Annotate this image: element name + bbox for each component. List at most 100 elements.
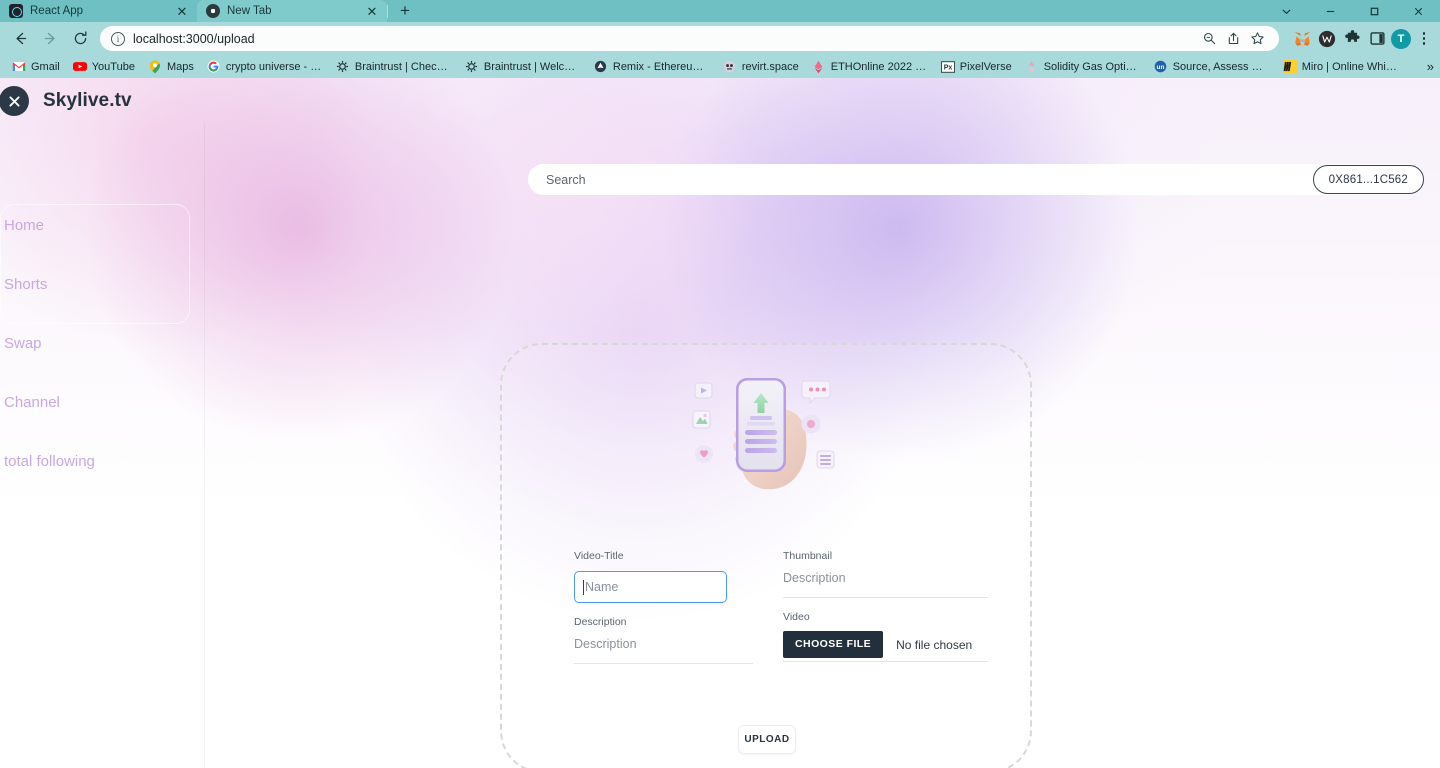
tab-title: New Tab: [227, 5, 272, 17]
sidebar-item-channel[interactable]: Channel: [4, 394, 60, 411]
bookmark-label: Braintrust | Check you...: [354, 60, 452, 73]
react-icon: [9, 4, 23, 18]
sidebar-item-label: Shorts: [4, 276, 48, 293]
thumbnail-input[interactable]: Description: [783, 571, 988, 598]
sidebar-item-total-following[interactable]: total following: [4, 453, 95, 470]
close-icon[interactable]: [1396, 0, 1440, 22]
bookmark-item[interactable]: Braintrust | Welcome: [459, 58, 587, 76]
browser-tab-react-app[interactable]: React App ✕: [0, 0, 197, 22]
sidebar-item-swap[interactable]: Swap: [4, 335, 42, 352]
un-icon: un: [1154, 60, 1168, 74]
bookmark-star-icon[interactable]: [1246, 28, 1268, 50]
solidity-icon: [1025, 60, 1039, 74]
address-bar[interactable]: i localhost:3000/upload: [100, 26, 1279, 51]
sidebar-item-label: total following: [4, 453, 95, 470]
maximize-icon[interactable]: [1352, 0, 1396, 22]
video-title-input[interactable]: Name: [574, 571, 727, 603]
video-title-placeholder: Name: [585, 580, 619, 594]
bookmark-item[interactable]: revirt.space: [717, 58, 805, 76]
bookmark-item[interactable]: Gmail: [6, 58, 66, 76]
youtube-icon: [72, 60, 87, 74]
eth-icon: [812, 60, 826, 74]
bookmark-item[interactable]: Maps: [142, 58, 200, 76]
choose-file-button[interactable]: CHOOSE FILE: [783, 631, 884, 658]
minimize-icon[interactable]: [1308, 0, 1352, 22]
browser-window: React App ✕ New Tab ✕ + i localhost:3000…: [0, 0, 1440, 768]
bookmark-label: ETHOnline 2022 Info...: [830, 60, 928, 73]
extensions-area: T: [1287, 28, 1434, 50]
forward-arrow-icon[interactable]: [36, 25, 64, 53]
app-viewport: Skylive.tv Search 0X861...1C562 Home Sho…: [0, 78, 1440, 768]
bookmark-label: Miro | Online Whiteb...: [1301, 60, 1399, 73]
share-icon[interactable]: [1222, 28, 1244, 50]
svg-text:Px: Px: [943, 64, 952, 71]
app-header: Skylive.tv: [0, 78, 1440, 124]
bookmark-item[interactable]: Remix - Ethereum IDE: [588, 58, 716, 76]
bookmarks-overflow-button[interactable]: »: [1427, 59, 1434, 74]
bookmark-item[interactable]: Miro | Online Whiteb...: [1277, 58, 1405, 76]
back-arrow-icon[interactable]: [6, 25, 34, 53]
upload-submit-button[interactable]: UPLOAD: [738, 725, 796, 754]
bookmarks-bar: Gmail YouTube Maps crypto universe - Goo…: [0, 55, 1440, 78]
bookmark-item[interactable]: un Source, Assess & Hire...: [1148, 58, 1276, 76]
bookmark-item[interactable]: Solidity Gas Optimiza...: [1019, 58, 1147, 76]
revirt-icon: [723, 60, 737, 74]
pixelverse-icon: Px: [940, 60, 955, 74]
browser-toolbar: i localhost:3000/upload T: [0, 22, 1440, 55]
miro-icon: [1282, 60, 1297, 74]
new-tab-button[interactable]: +: [392, 0, 418, 22]
video-file-input[interactable]: CHOOSE FILE No file chosen: [783, 631, 988, 662]
zoom-out-icon[interactable]: [1198, 28, 1220, 50]
omnibox-actions: [1198, 28, 1268, 50]
tab-close-icon[interactable]: ✕: [175, 4, 189, 18]
tab-strip: React App ✕ New Tab ✕ +: [0, 0, 1440, 22]
chrome-icon: [206, 4, 220, 18]
metamask-icon[interactable]: [1291, 28, 1313, 50]
bookmark-item[interactable]: ETHOnline 2022 Info...: [806, 58, 934, 76]
description-label: Description: [574, 616, 627, 628]
bookmark-item[interactable]: Braintrust | Check you...: [330, 58, 458, 76]
description-placeholder: Description: [574, 637, 637, 651]
bookmark-label: revirt.space: [741, 60, 799, 73]
braintrust-icon: [336, 60, 350, 74]
search-placeholder: Search: [546, 172, 586, 187]
description-input[interactable]: Description: [574, 637, 753, 664]
side-panel-icon[interactable]: [1366, 28, 1388, 50]
chevron-down-icon[interactable]: [1264, 0, 1308, 22]
browser-tab-new-tab[interactable]: New Tab ✕: [197, 0, 387, 22]
kebab-menu-icon[interactable]: [1414, 32, 1434, 45]
tab-title: React App: [30, 5, 84, 17]
sidebar-item-label: Home: [4, 217, 45, 234]
sidebar-item-home[interactable]: Home: [4, 217, 44, 234]
remix-icon: [594, 60, 608, 74]
video-label: Video: [783, 611, 810, 623]
puzzle-piece-icon[interactable]: [1341, 28, 1363, 50]
sidebar-item-label: Channel: [4, 394, 60, 411]
bookmark-item[interactable]: Px PixelVerse: [935, 58, 1018, 76]
wallet-icon[interactable]: [1316, 28, 1338, 50]
video-title-label: Video-Title: [574, 550, 624, 562]
bookmark-label: PixelVerse: [959, 60, 1012, 73]
sidebar-item-shorts[interactable]: Shorts: [4, 276, 47, 293]
bookmark-item[interactable]: YouTube: [67, 58, 141, 76]
svg-text:un: un: [1157, 64, 1165, 71]
wallet-address-text: 0X861...1C562: [1328, 173, 1408, 186]
sidebar-item-label: Swap: [4, 335, 42, 352]
thumbnail-placeholder: Description: [783, 571, 846, 585]
tab-close-icon[interactable]: ✕: [365, 4, 379, 18]
thumbnail-label: Thumbnail: [783, 550, 833, 562]
avatar[interactable]: T: [1391, 28, 1411, 49]
search-input[interactable]: Search: [528, 164, 1424, 195]
upload-dropzone-card[interactable]: Video-Title Name Description Description…: [500, 343, 1032, 768]
bookmark-item[interactable]: crypto universe - Goo...: [201, 58, 329, 76]
brand-name: Skylive.tv: [43, 90, 132, 111]
wallet-address-button[interactable]: 0X861...1C562: [1312, 165, 1424, 194]
close-x-icon: [0, 86, 29, 116]
brand-logo[interactable]: Skylive.tv: [0, 86, 132, 116]
form-column-left: Video-Title Name Description Description: [574, 550, 753, 664]
reload-icon[interactable]: [66, 25, 94, 53]
bookmark-label: Source, Assess & Hire...: [1172, 60, 1270, 73]
url-text: localhost:3000/upload: [133, 31, 255, 46]
bookmark-label: Remix - Ethereum IDE: [612, 60, 710, 73]
site-info-icon[interactable]: i: [111, 31, 125, 46]
